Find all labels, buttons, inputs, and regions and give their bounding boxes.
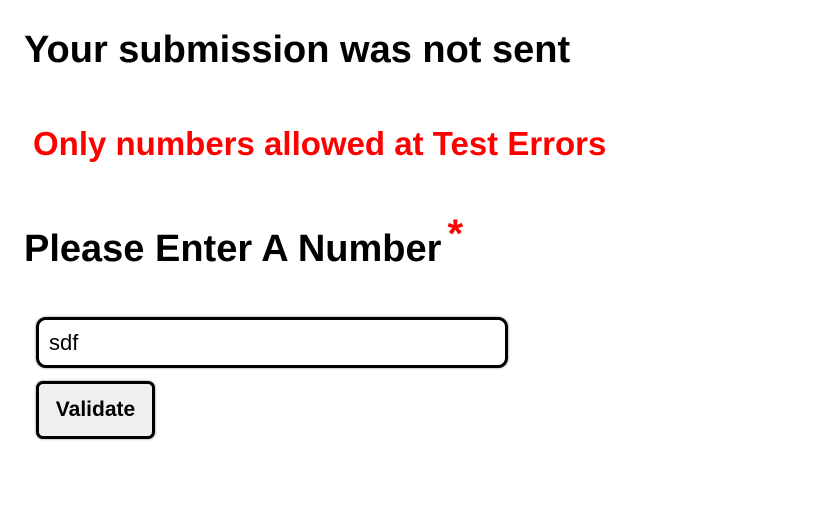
required-asterisk: * bbox=[447, 212, 464, 256]
error-message: Only numbers allowed at Test Errors bbox=[33, 125, 607, 162]
number-field-label: Please Enter A Number * bbox=[24, 212, 463, 275]
page-title: Your submission was not sent bbox=[24, 29, 571, 71]
number-input[interactable] bbox=[36, 317, 508, 368]
validate-button[interactable]: Validate bbox=[36, 381, 155, 439]
number-field-label-text: Please Enter A Number bbox=[24, 228, 442, 270]
